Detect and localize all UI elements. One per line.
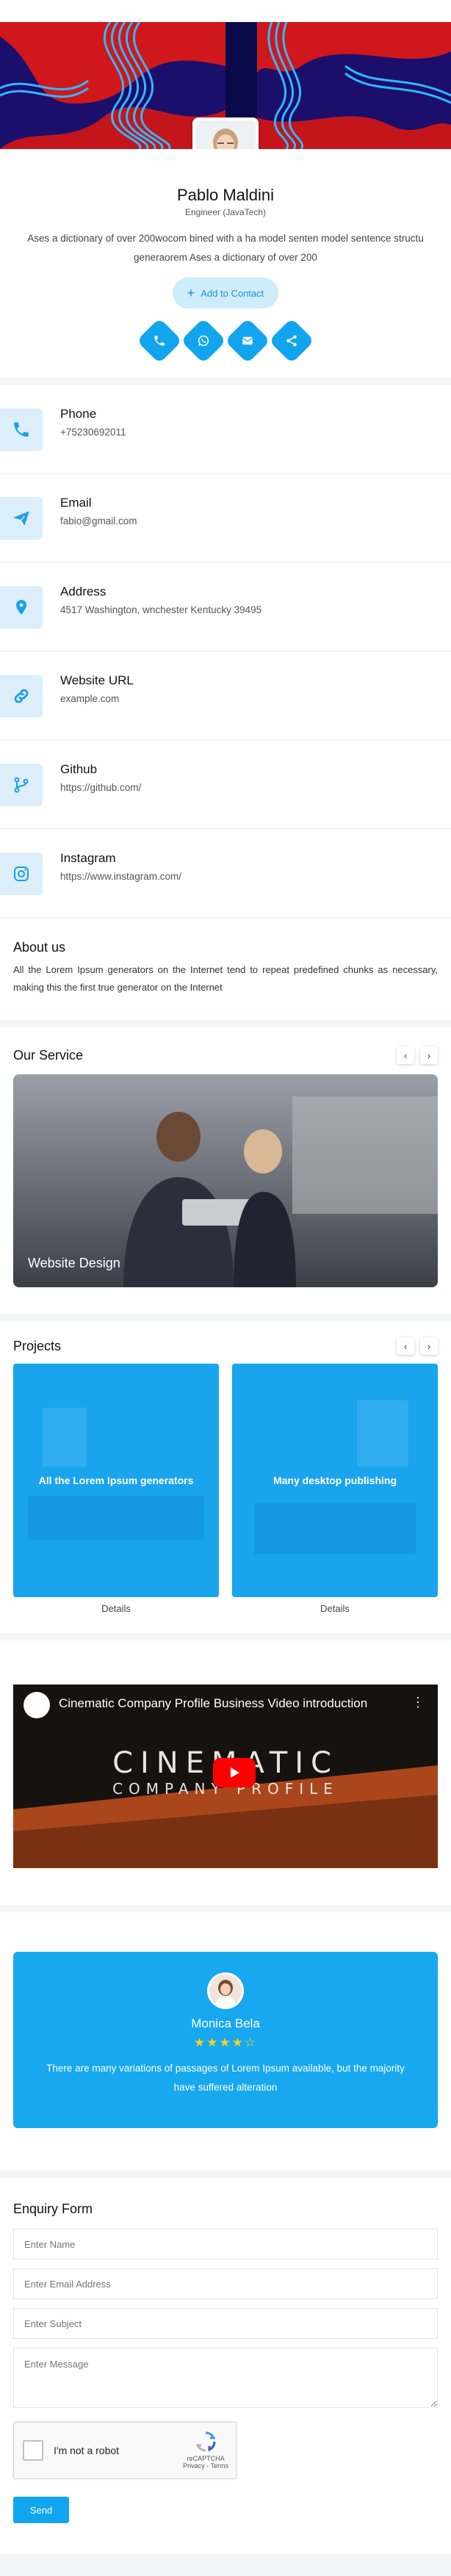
- contact-value: https://github.com/: [60, 782, 142, 793]
- add-to-contact-label: Add to Contact: [201, 287, 264, 299]
- cover-image-right: [257, 22, 451, 149]
- page: Pablo Maldini Engineer (JavaTech) Ases a…: [0, 0, 451, 2576]
- link-icon: [0, 675, 43, 717]
- recaptcha-widget: I'm not a robot reCAPTCHA Privacy - Term…: [13, 2422, 237, 2479]
- testimonial-card: Monica Bela ★★★★☆ There are many variati…: [13, 1952, 438, 2128]
- video-title[interactable]: Cinematic Company Profile Business Video…: [59, 1696, 367, 1711]
- contact-item-github[interactable]: Github https://github.com/: [0, 740, 451, 829]
- contact-label: Address: [60, 585, 107, 598]
- contact-label: Website URL: [60, 673, 134, 687]
- profile-section: Pablo Maldini Engineer (JavaTech) Ases a…: [0, 149, 451, 385]
- contact-label: Email: [60, 496, 92, 510]
- profile-role: Engineer (JavaTech): [184, 207, 267, 217]
- instagram-icon: [0, 853, 43, 895]
- project-card[interactable]: All the Lorem Ipsum generators Details: [13, 1364, 219, 1614]
- service-card-caption: Website Design: [28, 1256, 120, 1270]
- more-options-icon[interactable]: ⋮: [411, 1695, 425, 1710]
- play-button[interactable]: [213, 1758, 256, 1787]
- recaptcha-icon: [195, 2431, 216, 2452]
- subject-field[interactable]: [13, 2308, 438, 2339]
- project-title: Many desktop publishing: [273, 1475, 397, 1486]
- send-icon: [0, 497, 43, 540]
- recaptcha-brand: reCAPTCHA: [187, 2455, 225, 2462]
- phone-icon: [0, 408, 43, 451]
- contact-item-instagram[interactable]: Instagram https://www.instagram.com/: [0, 829, 451, 918]
- share-button[interactable]: [268, 317, 315, 364]
- contact-label: Phone: [60, 407, 97, 421]
- whatsapp-button[interactable]: [180, 317, 227, 364]
- contact-item-phone[interactable]: Phone +75230692011: [0, 385, 451, 474]
- testimonial-text: There are many variations of passages of…: [46, 2063, 405, 2093]
- name-field[interactable]: [13, 2229, 438, 2260]
- testimonial-section: Monica Bela ★★★★☆ There are many variati…: [0, 1912, 451, 2178]
- about-title: About us: [13, 940, 66, 955]
- video-section: Cinematic Company Profile Business Video…: [0, 1640, 451, 1912]
- service-section: Our Service ‹ › Website Design: [0, 1027, 451, 1321]
- contact-value: 4517 Washington, wnchester Kentucky 3949…: [60, 604, 262, 615]
- service-title: Our Service: [13, 1047, 84, 1063]
- projects-title: Projects: [13, 1338, 62, 1353]
- git-branch-icon: [0, 764, 43, 806]
- project-title: All the Lorem Ipsum generators: [38, 1475, 194, 1486]
- enquiry-form: Enquiry Form I'm not a robot reCAPTCHA P…: [0, 2178, 451, 2554]
- recaptcha-checkbox[interactable]: [23, 2440, 43, 2461]
- plus-icon: +: [187, 286, 195, 300]
- social-buttons: [0, 317, 451, 364]
- whatsapp-icon: [198, 335, 209, 347]
- service-next-button[interactable]: ›: [420, 1046, 438, 1064]
- email-field[interactable]: [13, 2268, 438, 2299]
- add-to-contact-button[interactable]: + Add to Contact: [172, 278, 279, 308]
- testimonial-avatar: [207, 1972, 244, 2009]
- project-details-link[interactable]: Details: [13, 1603, 219, 1614]
- phone-button[interactable]: [136, 317, 183, 364]
- play-icon: [231, 1768, 239, 1778]
- projects-prev-button[interactable]: ‹: [397, 1337, 414, 1355]
- profile-name: Pablo Maldini: [176, 186, 275, 204]
- video-player[interactable]: Cinematic Company Profile Business Video…: [13, 1685, 438, 1868]
- cover-image: [0, 22, 226, 149]
- phone-icon: [154, 336, 165, 346]
- email-button[interactable]: [224, 317, 271, 364]
- contact-item-website[interactable]: Website URL example.com: [0, 651, 451, 740]
- projects-section: Projects ‹ › All the Lorem Ipsum generat…: [0, 1321, 451, 1640]
- recaptcha-label: I'm not a robot: [54, 2445, 120, 2456]
- profile-avatar: [192, 117, 259, 149]
- contact-list: Phone +75230692011 Email fabio@gmail.com…: [0, 385, 451, 918]
- share-icon: [286, 335, 297, 347]
- channel-logo[interactable]: [24, 1692, 50, 1718]
- about-section: About us All the Lorem Ipsum generators …: [0, 918, 451, 1027]
- testimonial-name: Monica Bela: [191, 2016, 260, 2030]
- projects-next-button[interactable]: ›: [420, 1337, 438, 1355]
- contact-value: example.com: [60, 693, 120, 704]
- service-prev-button[interactable]: ‹: [397, 1046, 414, 1064]
- contact-value: +75230692011: [60, 427, 126, 438]
- project-image: Many desktop publishing: [232, 1364, 438, 1597]
- about-text: All the Lorem Ipsum generators on the In…: [13, 964, 438, 993]
- profile-bio: Ases a dictionary of over 200wocom bined…: [27, 233, 424, 263]
- contact-label: Github: [60, 762, 98, 776]
- service-card[interactable]: Website Design: [13, 1074, 438, 1287]
- contact-item-address[interactable]: Address 4517 Washington, wnchester Kentu…: [0, 562, 451, 651]
- recaptcha-links[interactable]: Privacy - Terms: [183, 2462, 228, 2470]
- cover-banner: [0, 0, 451, 149]
- contact-value: fabio@gmail.com: [60, 515, 137, 527]
- project-card[interactable]: Many desktop publishing Details: [232, 1364, 438, 1614]
- project-details-link[interactable]: Details: [232, 1603, 438, 1614]
- location-icon: [0, 586, 43, 629]
- form-title: Enquiry Form: [13, 2201, 93, 2216]
- message-field[interactable]: [13, 2348, 438, 2408]
- rating-stars: ★★★★☆: [193, 2036, 258, 2049]
- project-image: All the Lorem Ipsum generators: [13, 1364, 219, 1597]
- send-button[interactable]: Send: [13, 2497, 69, 2523]
- contact-value: https://www.instagram.com/: [60, 871, 182, 882]
- contact-label: Instagram: [60, 851, 116, 865]
- email-icon: [242, 336, 253, 345]
- contact-item-email[interactable]: Email fabio@gmail.com: [0, 474, 451, 562]
